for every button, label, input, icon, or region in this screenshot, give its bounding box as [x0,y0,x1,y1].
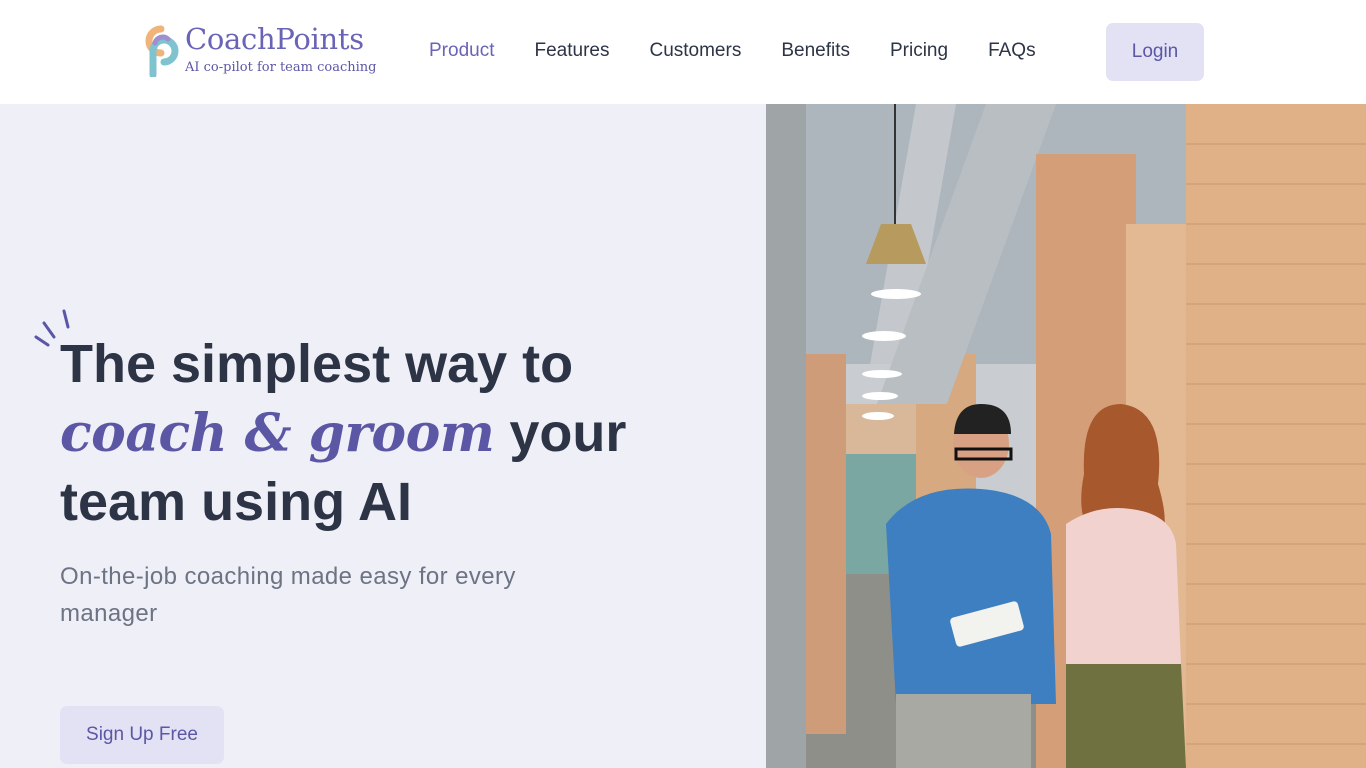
headline-accent: coach & groom [60,403,495,464]
nav-item-benefits[interactable]: Benefits [781,40,850,62]
brand-name: CoachPoints [185,22,364,56]
nav-item-product[interactable]: Product [429,40,494,62]
office-hallway-illustration [766,104,1366,768]
headline-line-1: The simplest way to [60,334,574,394]
hero-photo [766,104,1366,768]
nav-item-features[interactable]: Features [534,40,609,62]
hero-subheading: On-the-job coaching made easy for every … [60,563,516,627]
main-nav: Product Features Customers Benefits Pric… [429,38,1076,64]
login-button[interactable]: Login [1106,23,1204,81]
headline-line-3: team using AI [60,472,413,532]
headline-line-2: coach & groom your [60,399,680,468]
hero-headline: The simplest way to coach & groom your t… [60,330,680,537]
nav-item-pricing[interactable]: Pricing [890,40,948,62]
nav-item-faqs[interactable]: FAQs [988,40,1036,62]
sign-up-free-button[interactable]: Sign Up Free [60,706,224,764]
hero-section: The simplest way to coach & groom your t… [0,104,766,768]
brand-logo[interactable]: CoachPoints AI co-pilot for team coachin… [141,22,376,80]
headline-your: your [494,403,627,463]
site-header: CoachPoints AI co-pilot for team coachin… [0,0,1366,104]
nav-item-customers[interactable]: Customers [649,40,741,62]
brand-tagline: AI co-pilot for team coaching [185,60,377,75]
coachpoints-logo-icon [145,25,179,77]
